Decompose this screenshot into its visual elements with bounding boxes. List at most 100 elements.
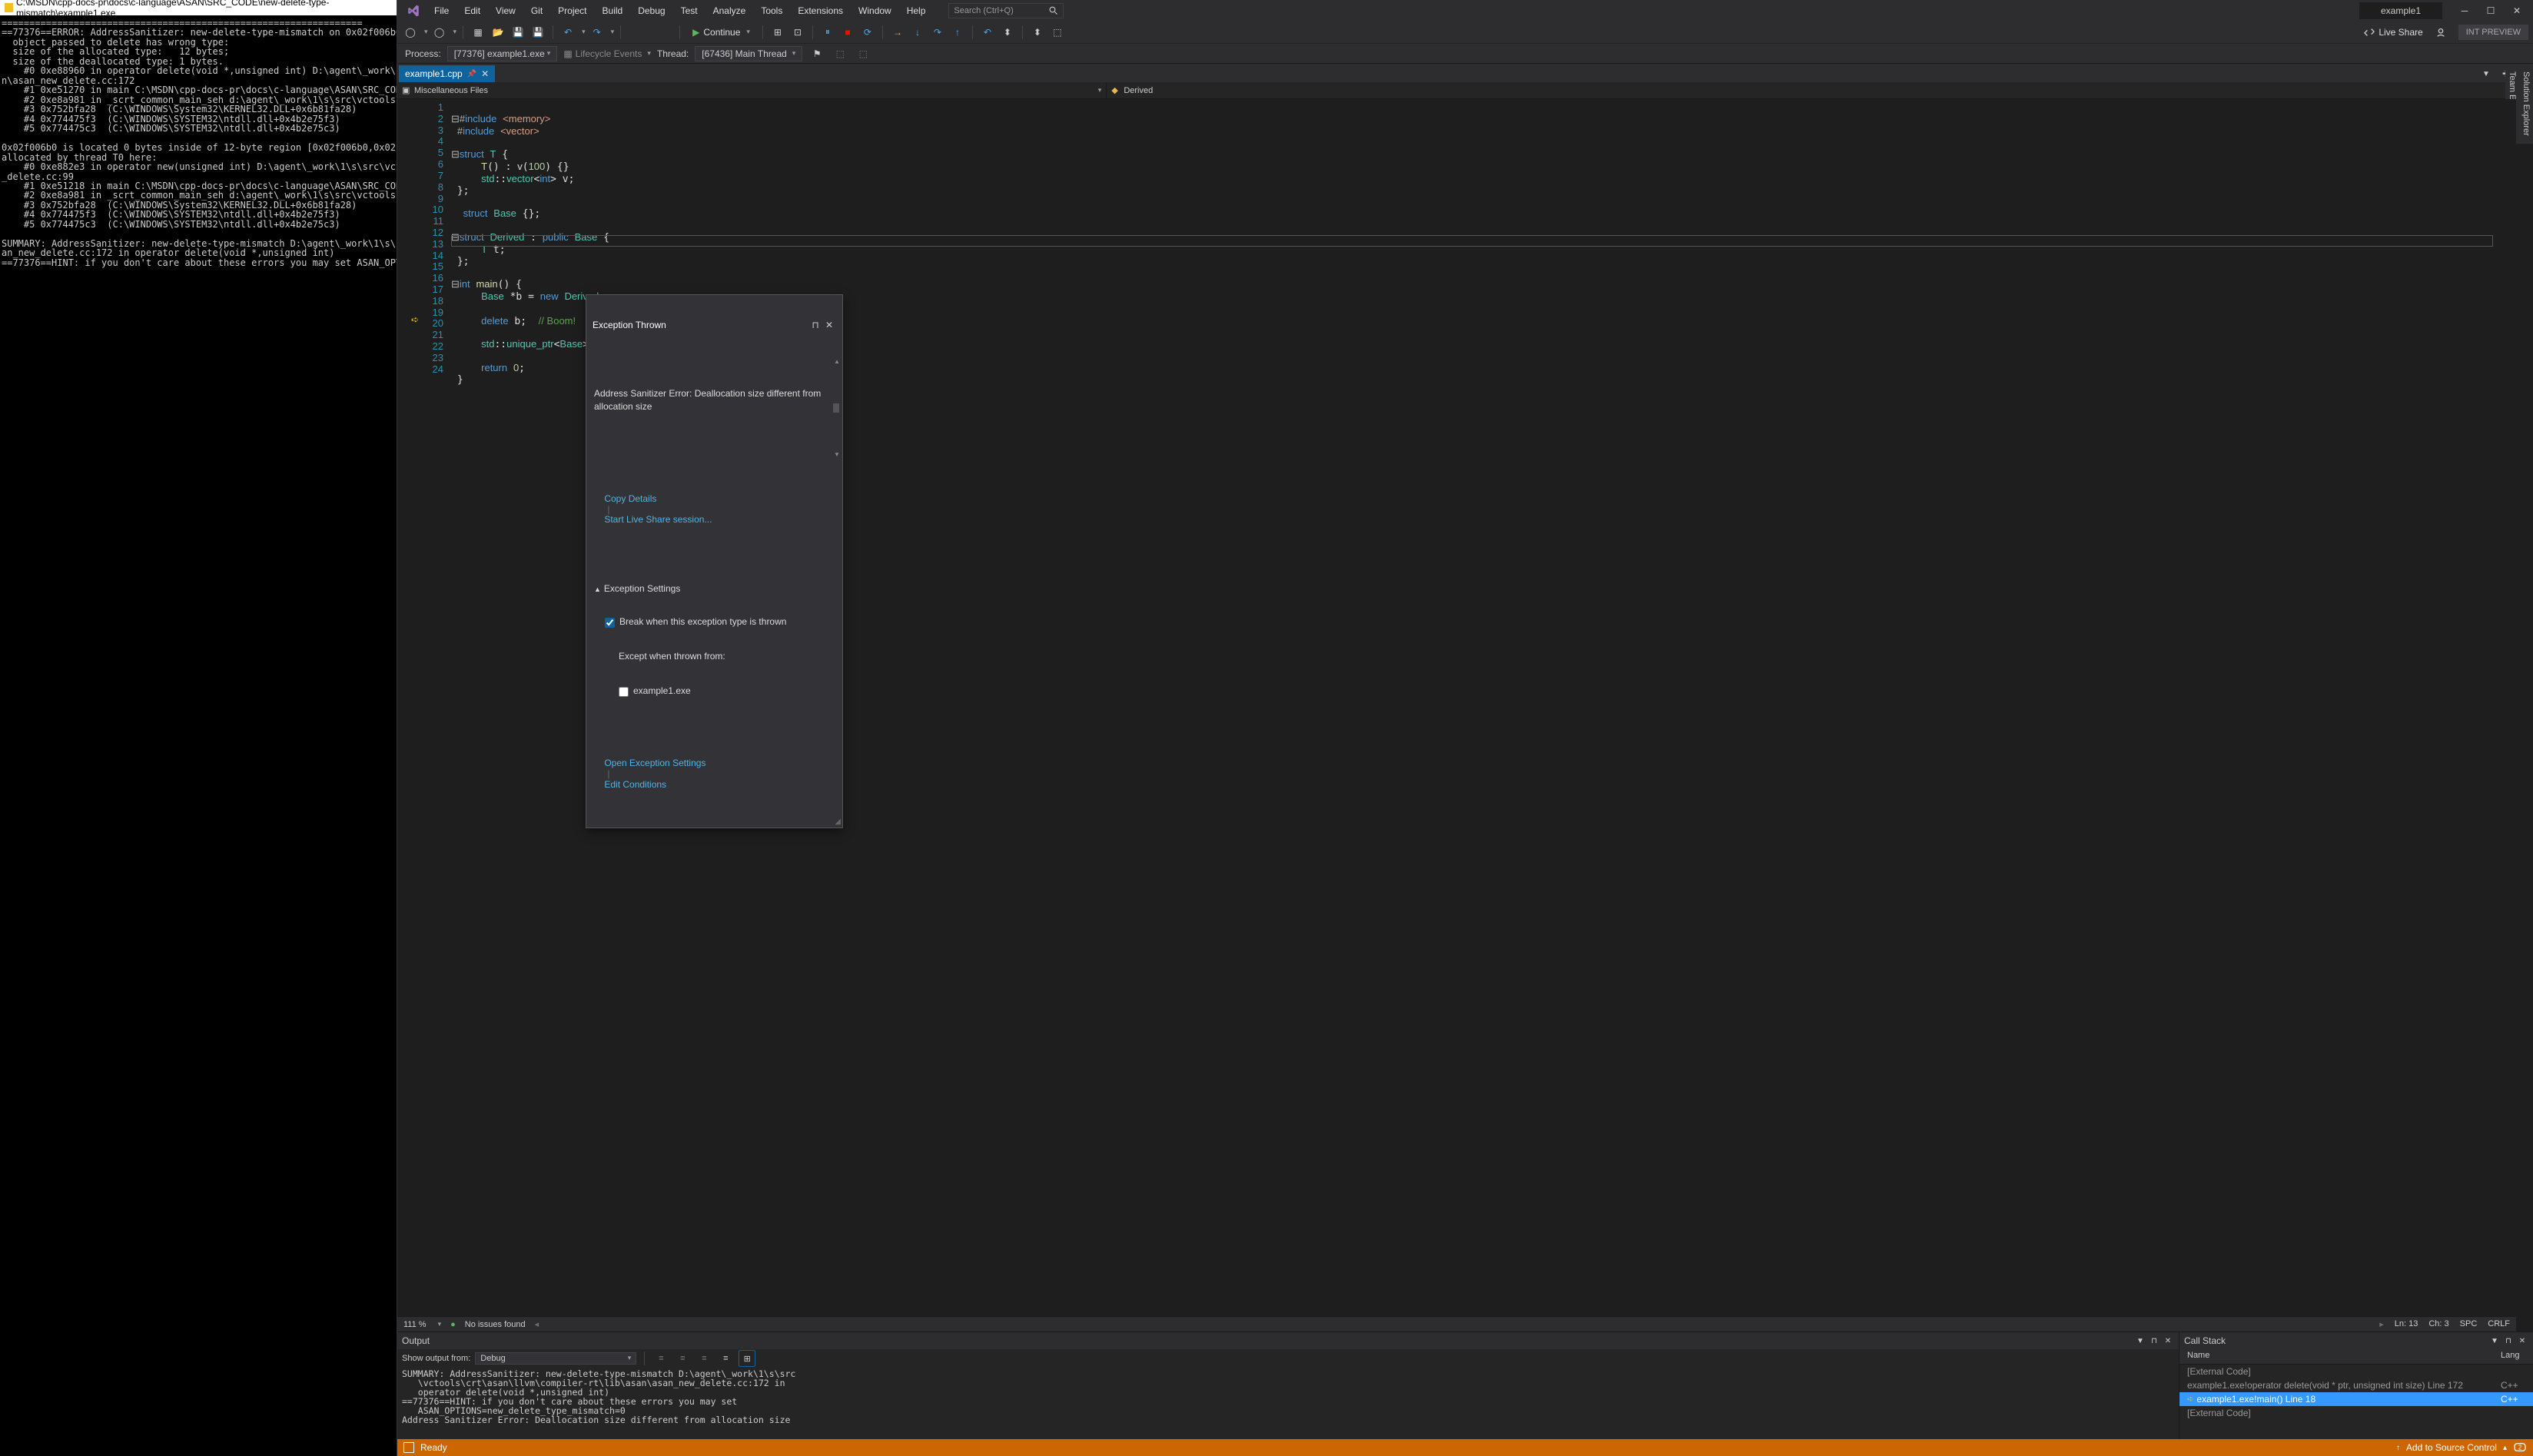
eol-indicator[interactable]: CRLF xyxy=(2488,1319,2510,1329)
callstack-pane: Call Stack ▼ ⊓ ✕ Name Lang [External Cod… xyxy=(2179,1332,2533,1439)
minimize-button[interactable]: ─ xyxy=(2452,2,2478,20)
exception-settings-header[interactable]: Exception Settings xyxy=(604,583,680,594)
solution-explorer-tab[interactable]: Solution Explorer xyxy=(2519,64,2533,144)
save-all-icon[interactable]: 💾 xyxy=(530,24,546,41)
copy-details-link[interactable]: Copy Details xyxy=(604,493,656,504)
continue-button[interactable]: ▶ Continue ▾ xyxy=(686,25,756,40)
close-button[interactable]: ✕ xyxy=(2504,2,2530,20)
pin-icon[interactable]: ⊓ xyxy=(2148,1337,2160,1345)
tool-icon-c[interactable]: ⬍ xyxy=(1029,24,1046,41)
live-share-button[interactable]: Live Share xyxy=(2358,25,2428,40)
new-icon[interactable]: ▦ xyxy=(470,24,486,41)
console-titlebar[interactable]: C:\MSDN\cpp-docs-pr\docs\c-language\ASAN… xyxy=(0,0,397,15)
output-tool-4[interactable]: ≡ xyxy=(717,1350,734,1367)
feedback-icon[interactable] xyxy=(2432,24,2449,41)
callstack-row[interactable]: example1.exe!operator delete(void * ptr,… xyxy=(2179,1378,2533,1392)
tab-overflow-icon[interactable]: ▼ xyxy=(2478,65,2495,82)
maximize-button[interactable]: ☐ xyxy=(2478,2,2504,20)
edit-conditions-link[interactable]: Edit Conditions xyxy=(604,779,666,790)
callstack-col-name[interactable]: Name xyxy=(2184,1349,2498,1364)
open-exception-settings-link[interactable]: Open Exception Settings xyxy=(604,758,705,768)
redo-icon[interactable]: ↷ xyxy=(589,24,606,41)
output-tool-2[interactable]: ≡ xyxy=(674,1350,691,1367)
line-indicator[interactable]: Ln: 13 xyxy=(2395,1319,2418,1329)
lifecycle-events[interactable]: ▦ Lifecycle Events▾ xyxy=(563,48,651,59)
pin-icon[interactable]: ⊓ xyxy=(2502,1337,2515,1345)
nav-back-icon[interactable]: ◯ xyxy=(402,24,419,41)
tool-icon-a[interactable]: ↶ xyxy=(979,24,996,41)
open-icon[interactable]: 📂 xyxy=(490,24,506,41)
show-next-icon[interactable]: → xyxy=(889,24,906,41)
flag-icon[interactable]: ⚑ xyxy=(808,45,825,62)
menu-debug[interactable]: Debug xyxy=(630,2,672,19)
menu-git[interactable]: Git xyxy=(523,2,550,19)
pause-icon[interactable]: ⏸ xyxy=(819,24,836,41)
step-over-icon[interactable]: ↷ xyxy=(929,24,946,41)
undo-icon[interactable]: ↶ xyxy=(559,24,576,41)
add-source-control[interactable]: Add to Source Control xyxy=(2406,1442,2497,1453)
output-tool-5[interactable]: ⊞ xyxy=(739,1350,755,1367)
output-tool-3[interactable]: ≡ xyxy=(695,1350,712,1367)
pin-icon[interactable]: 📌 xyxy=(467,70,476,78)
dropdown-icon[interactable]: ▼ xyxy=(2488,1337,2501,1345)
db-icon-2[interactable]: ⊡ xyxy=(789,24,806,41)
step-into-icon[interactable]: ↓ xyxy=(909,24,926,41)
tool-icon-e[interactable]: ⬚ xyxy=(855,45,871,62)
menu-build[interactable]: Build xyxy=(595,2,631,19)
nav-scope-combo[interactable]: ▣Miscellaneous Files ▾ xyxy=(397,82,1107,98)
close-icon[interactable]: ✕ xyxy=(2516,1337,2528,1345)
status-mode-icon[interactable] xyxy=(403,1442,414,1453)
except-module-checkbox[interactable] xyxy=(619,687,629,697)
callstack-col-lang[interactable]: Lang xyxy=(2498,1349,2528,1364)
issues-label[interactable]: No issues found xyxy=(465,1320,526,1329)
save-icon[interactable]: 💾 xyxy=(510,24,526,41)
menu-window[interactable]: Window xyxy=(851,2,899,19)
menu-edit[interactable]: Edit xyxy=(456,2,488,19)
start-live-share-link[interactable]: Start Live Share session... xyxy=(604,514,712,525)
db-icon-1[interactable]: ⊞ xyxy=(769,24,786,41)
menu-help[interactable]: Help xyxy=(899,2,934,19)
indent-indicator[interactable]: SPC xyxy=(2460,1319,2478,1329)
output-body[interactable]: SUMMARY: AddressSanitizer: new-delete-ty… xyxy=(397,1368,2179,1439)
callstack-row[interactable]: ➪example1.exe!main() Line 18C++ xyxy=(2179,1392,2533,1406)
code-editor[interactable]: 123456789101112131415161718192021222324 … xyxy=(397,99,2516,1316)
solution-name[interactable]: example1 xyxy=(2359,2,2442,19)
thread-combo[interactable]: [67436] Main Thread▾ xyxy=(695,46,802,61)
tool-icon-d[interactable]: ⬚ xyxy=(1049,24,1066,41)
step-out-icon[interactable]: ↑ xyxy=(949,24,966,41)
close-icon[interactable]: ✕ xyxy=(822,320,836,331)
callstack-body[interactable]: [External Code]example1.exe!operator del… xyxy=(2179,1365,2533,1420)
menu-view[interactable]: View xyxy=(488,2,523,19)
menu-tools[interactable]: Tools xyxy=(753,2,790,19)
code-text[interactable]: ⊟#include <memory> #include <vector> ⊟st… xyxy=(451,99,2516,1316)
tool-icon-b[interactable]: ⬍ xyxy=(999,24,1016,41)
stop-icon[interactable]: ■ xyxy=(839,24,856,41)
restart-icon[interactable]: ⟳ xyxy=(859,24,876,41)
process-combo[interactable]: [77376] example1.exe▾ xyxy=(447,46,558,61)
callstack-row[interactable]: [External Code] xyxy=(2179,1406,2533,1420)
callstack-row[interactable]: [External Code] xyxy=(2179,1365,2533,1378)
output-title: Output xyxy=(402,1335,2133,1346)
resize-grip-icon[interactable]: ◢ xyxy=(835,818,841,826)
output-source-combo[interactable]: Debug▾ xyxy=(475,1352,636,1365)
notifications-icon[interactable]: 2 xyxy=(2513,1442,2527,1453)
menu-analyze[interactable]: Analyze xyxy=(705,2,754,19)
menu-extensions[interactable]: Extensions xyxy=(790,2,851,19)
dropdown-icon[interactable]: ▼ xyxy=(2134,1337,2146,1345)
menu-test[interactable]: Test xyxy=(673,2,705,19)
char-indicator[interactable]: Ch: 3 xyxy=(2428,1319,2448,1329)
pin-icon[interactable]: ⊓ xyxy=(808,320,822,331)
menu-project[interactable]: Project xyxy=(550,2,594,19)
nav-fwd-icon[interactable]: ◯ xyxy=(431,24,448,41)
nav-type-combo[interactable]: ◆Derived ▾ xyxy=(1107,82,2516,98)
callstack-header-row: Name Lang xyxy=(2179,1349,2533,1365)
stack-frame-icon[interactable]: ⬚ xyxy=(832,45,848,62)
output-tool-1[interactable]: ≡ xyxy=(652,1350,669,1367)
menu-file[interactable]: File xyxy=(427,2,456,19)
file-tab-example1[interactable]: example1.cpp 📌 ✕ xyxy=(399,65,495,82)
close-tab-icon[interactable]: ✕ xyxy=(481,68,489,79)
close-icon[interactable]: ✕ xyxy=(2162,1337,2174,1345)
zoom-level[interactable]: 111 % xyxy=(403,1320,427,1329)
break-on-exception-checkbox[interactable] xyxy=(605,618,615,628)
search-box[interactable]: Search (Ctrl+Q) xyxy=(948,3,1064,18)
